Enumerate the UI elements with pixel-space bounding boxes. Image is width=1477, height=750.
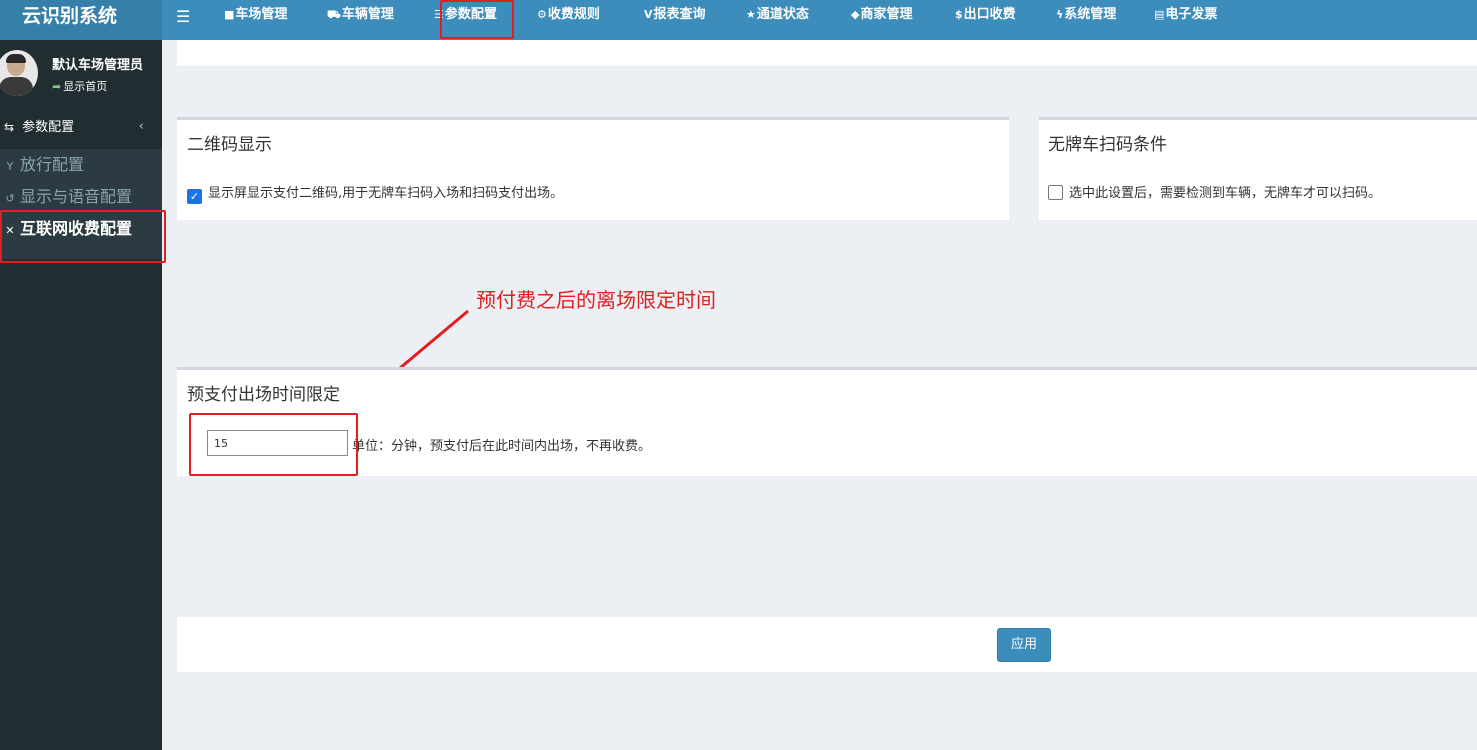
highlight-box-nav (440, 0, 514, 39)
nav-item-fee-rules[interactable]: ⚙收费规则 (537, 0, 600, 32)
nav-item-exit-fees[interactable]: $出口收费 (955, 0, 1016, 32)
nav-item-label: 报表查询 (653, 7, 706, 22)
sliders-icon: ⇆ (3, 120, 15, 134)
nav-item-label: 出口收费 (963, 7, 1016, 22)
car-icon: ⛟ (327, 8, 341, 21)
nav-item-label: 系统管理 (1064, 7, 1117, 22)
apply-button[interactable]: 应用 (997, 628, 1051, 662)
nav-item-label: 电子发票 (1165, 7, 1218, 22)
gears-icon: ⚙ (537, 8, 547, 21)
top-navbar: 云识别系统 ☰ ■车场管理 ⛟车辆管理 ☰参数配置 ⚙收费规则 V报表查询 ★通… (0, 0, 1477, 40)
qr-option-label: 显示屏显示支付二维码,用于无牌车扫码入场和扫码支付出场。 (208, 186, 564, 201)
sidebar-item-display-voice[interactable]: ↺ 显示与语音配置 (0, 182, 162, 212)
prepay-panel-title: 预支付出场时间限定 (187, 385, 340, 405)
app-title[interactable]: 云识别系统 (0, 0, 162, 40)
home-link-label: 显示首页 (63, 80, 108, 93)
nav-item-reports[interactable]: V报表查询 (644, 0, 706, 32)
money-icon: $ (955, 8, 963, 21)
chart-icon: V (644, 8, 653, 21)
unlicensed-checkbox[interactable] (1048, 185, 1063, 200)
star-icon: ★ (746, 8, 756, 21)
sidebar: 默认车场管理员 ➦ 显示首页 ⇆ 参数配置 ‹ Y 放行配置 ↺ 显示与语音配置 ✕ 互… (0, 40, 162, 750)
nav-item-vehicles[interactable]: ⛟车辆管理 (327, 0, 394, 32)
unlicensed-option[interactable]: 选中此设置后，需要检测到车辆，无牌车才可以扫码。 (1048, 182, 1381, 201)
user-name: 默认车场管理员 (52, 58, 144, 73)
nav-item-label: 车场管理 (235, 7, 288, 22)
highlight-box-input (189, 413, 358, 476)
qr-display-panel: 二维码显示 ✓ 显示屏显示支付二维码,用于无牌车扫码入场和扫码支付出场。 (177, 117, 1009, 220)
unlicensed-scan-panel: 无牌车扫码条件 选中此设置后，需要检测到车辆，无牌车才可以扫码。 (1039, 117, 1477, 220)
chevron-left-icon: ‹ (138, 119, 144, 134)
sidebar-item-label: 放行配置 (20, 155, 85, 174)
qr-option[interactable]: ✓ 显示屏显示支付二维码,用于无牌车扫码入场和扫码支付出场。 (187, 182, 563, 204)
nav-item-label: 商家管理 (860, 7, 913, 22)
tag-icon: ◆ (851, 8, 860, 21)
invoice-icon: ▤ (1154, 8, 1165, 21)
y-icon: Y (6, 160, 14, 173)
sidebar-item-release[interactable]: Y 放行配置 (0, 150, 162, 180)
nav-item-parking[interactable]: ■车场管理 (224, 0, 287, 32)
annotation-text: 预付费之后的离场限定时间 (476, 288, 716, 312)
nav-item-channel-status[interactable]: ★通道状态 (746, 0, 809, 32)
avatar (0, 50, 38, 96)
prepay-exit-panel: 预支付出场时间限定 (177, 367, 1477, 476)
share-arrow-icon: ➦ (52, 80, 62, 93)
nav-item-label: 车辆管理 (341, 7, 394, 22)
nav-item-e-invoice[interactable]: ▤电子发票 (1154, 0, 1217, 32)
menu-toggle-icon[interactable]: ☰ (176, 7, 190, 26)
nav-item-label: 通道状态 (756, 7, 809, 22)
unlicensed-panel-title: 无牌车扫码条件 (1048, 135, 1167, 155)
unit-note: 单位：分钟，预支付后在此时间内出场，不再收费。 (352, 439, 652, 454)
home-link[interactable]: ➦ 显示首页 (52, 78, 107, 94)
top-panel (177, 40, 1477, 67)
car-icon: ■ (224, 8, 235, 21)
action-panel (177, 617, 1477, 672)
sidebar-section-params[interactable]: ⇆ 参数配置 ‹ (0, 112, 162, 142)
bolt-icon: ϟ (1056, 8, 1064, 21)
nav-item-system[interactable]: ϟ系统管理 (1056, 0, 1116, 32)
highlight-box-sidebar (0, 210, 166, 263)
nav-item-merchants[interactable]: ◆商家管理 (851, 0, 912, 32)
nav-item-label: 收费规则 (547, 7, 600, 22)
unlicensed-option-label: 选中此设置后，需要检测到车辆，无牌车才可以扫码。 (1069, 186, 1382, 201)
sidebar-section-label: 参数配置 (22, 120, 75, 135)
user-panel: 默认车场管理员 ➦ 显示首页 (0, 48, 162, 98)
qr-panel-title: 二维码显示 (187, 135, 272, 155)
sidebar-item-label: 显示与语音配置 (20, 187, 133, 206)
qr-checkbox[interactable]: ✓ (187, 189, 202, 204)
